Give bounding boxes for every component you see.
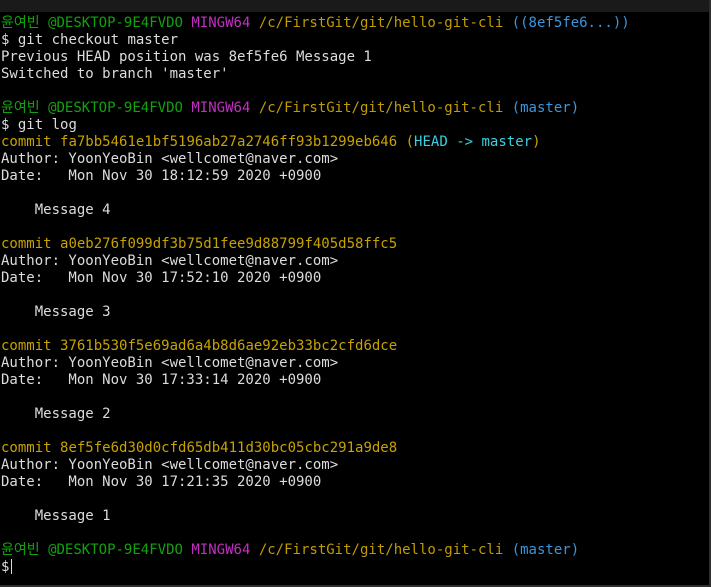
commit-author: Author: YoonYeoBin <wellcomet@naver.com> [1,457,339,473]
commit-author: Author: YoonYeoBin <wellcomet@naver.com> [1,151,339,167]
commit-message-row: Message 1 [0,508,711,525]
commit-line: commit 3761b530f5e69ad6a4b8d6ae92eb33bc2… [0,338,711,355]
prompt-symbol: $ [1,117,10,133]
commit-message: Message 2 [34,406,111,422]
prompt-symbol: $ [1,559,10,575]
commit-message-row: Message 4 [0,202,711,219]
prompt-line: 윤여빈 @DESKTOP-9E4FVDO MINGW64 /c/FirstGit… [0,100,711,117]
prompt-branch: (master) [511,100,580,116]
commit-hash: 3761b530f5e69ad6a4b8d6ae92eb33bc2cfd6dce [60,338,398,354]
head-ref-label: HEAD -> master [414,134,533,150]
prompt-symbol: $ [1,32,10,48]
commit-line: commit fa7bb5461e1bf5196ab27a2746ff93b12… [0,134,711,151]
prompt-path: /c/FirstGit/git/hello-git-cli [258,15,504,31]
prompt-line: 윤여빈 @DESKTOP-9E4FVDO MINGW64 /c/FirstGit… [0,542,711,559]
head-ref-close: ) [532,134,541,150]
commit-author: Author: YoonYeoBin <wellcomet@naver.com> [1,253,339,269]
commit-date: Date: Mon Nov 30 17:52:10 2020 +0900 [1,270,322,286]
commit-label: commit [1,236,52,252]
commit-line: commit 8ef5fe6d30d0cfd65db411d30bc05cbc2… [0,440,711,457]
commit-label: commit [1,338,52,354]
commit-label: commit [1,440,52,456]
commit-message: Message 1 [34,508,111,524]
text-cursor[interactable] [11,559,13,574]
commit-hash: a0eb276f099df3b75d1fee9d88799f405d58ffc5 [60,236,398,252]
command-text: git checkout master [17,32,179,48]
command-line[interactable]: $ [0,559,711,576]
prompt-host: @DESKTOP-9E4FVDO [48,15,183,31]
command-line: $ git log [0,117,711,134]
commit-hash: fa7bb5461e1bf5196ab27a2746ff93b1299eb646 [60,134,398,150]
commit-label: commit [1,134,52,150]
terminal-window[interactable]: 윤여빈 @DESKTOP-9E4FVDO MINGW64 /c/FirstGit… [0,0,711,587]
commit-date: Date: Mon Nov 30 17:33:14 2020 +0900 [1,372,322,388]
output-line: Previous HEAD position was 8ef5fe6 Messa… [1,49,372,65]
prompt-shell: MINGW64 [191,100,251,116]
prompt-shell: MINGW64 [191,542,251,558]
commit-message-row: Message 2 [0,406,711,423]
command-text: git log [17,117,77,133]
prompt-path: /c/FirstGit/git/hello-git-cli [258,100,504,116]
command-line: $ git checkout master [0,32,711,49]
prompt-branch: (master) [511,542,580,558]
prompt-host: @DESKTOP-9E4FVDO [48,542,183,558]
prompt-line: 윤여빈 @DESKTOP-9E4FVDO MINGW64 /c/FirstGit… [0,15,711,32]
commit-message-row: Message 3 [0,304,711,321]
prompt-path: /c/FirstGit/git/hello-git-cli [258,542,504,558]
prompt-shell: MINGW64 [191,15,251,31]
title-bar-edge [0,0,711,12]
commit-hash: 8ef5fe6d30d0cfd65db411d30bc05cbc291a9de8 [60,440,398,456]
commit-date: Date: Mon Nov 30 18:12:59 2020 +0900 [1,168,322,184]
prompt-user: 윤여빈 [1,100,40,116]
commit-author: Author: YoonYeoBin <wellcomet@naver.com> [1,355,339,371]
commit-message: Message 4 [34,202,111,218]
commit-date: Date: Mon Nov 30 17:21:35 2020 +0900 [1,474,322,490]
prompt-user: 윤여빈 [1,542,40,558]
commit-line: commit a0eb276f099df3b75d1fee9d88799f405… [0,236,711,253]
prompt-user: 윤여빈 [1,15,40,31]
output-line: Switched to branch 'master' [1,66,229,82]
head-ref-open: ( [405,134,415,150]
prompt-branch: ((8ef5fe6...)) [511,15,630,31]
prompt-host: @DESKTOP-9E4FVDO [48,100,183,116]
commit-message: Message 3 [34,304,111,320]
